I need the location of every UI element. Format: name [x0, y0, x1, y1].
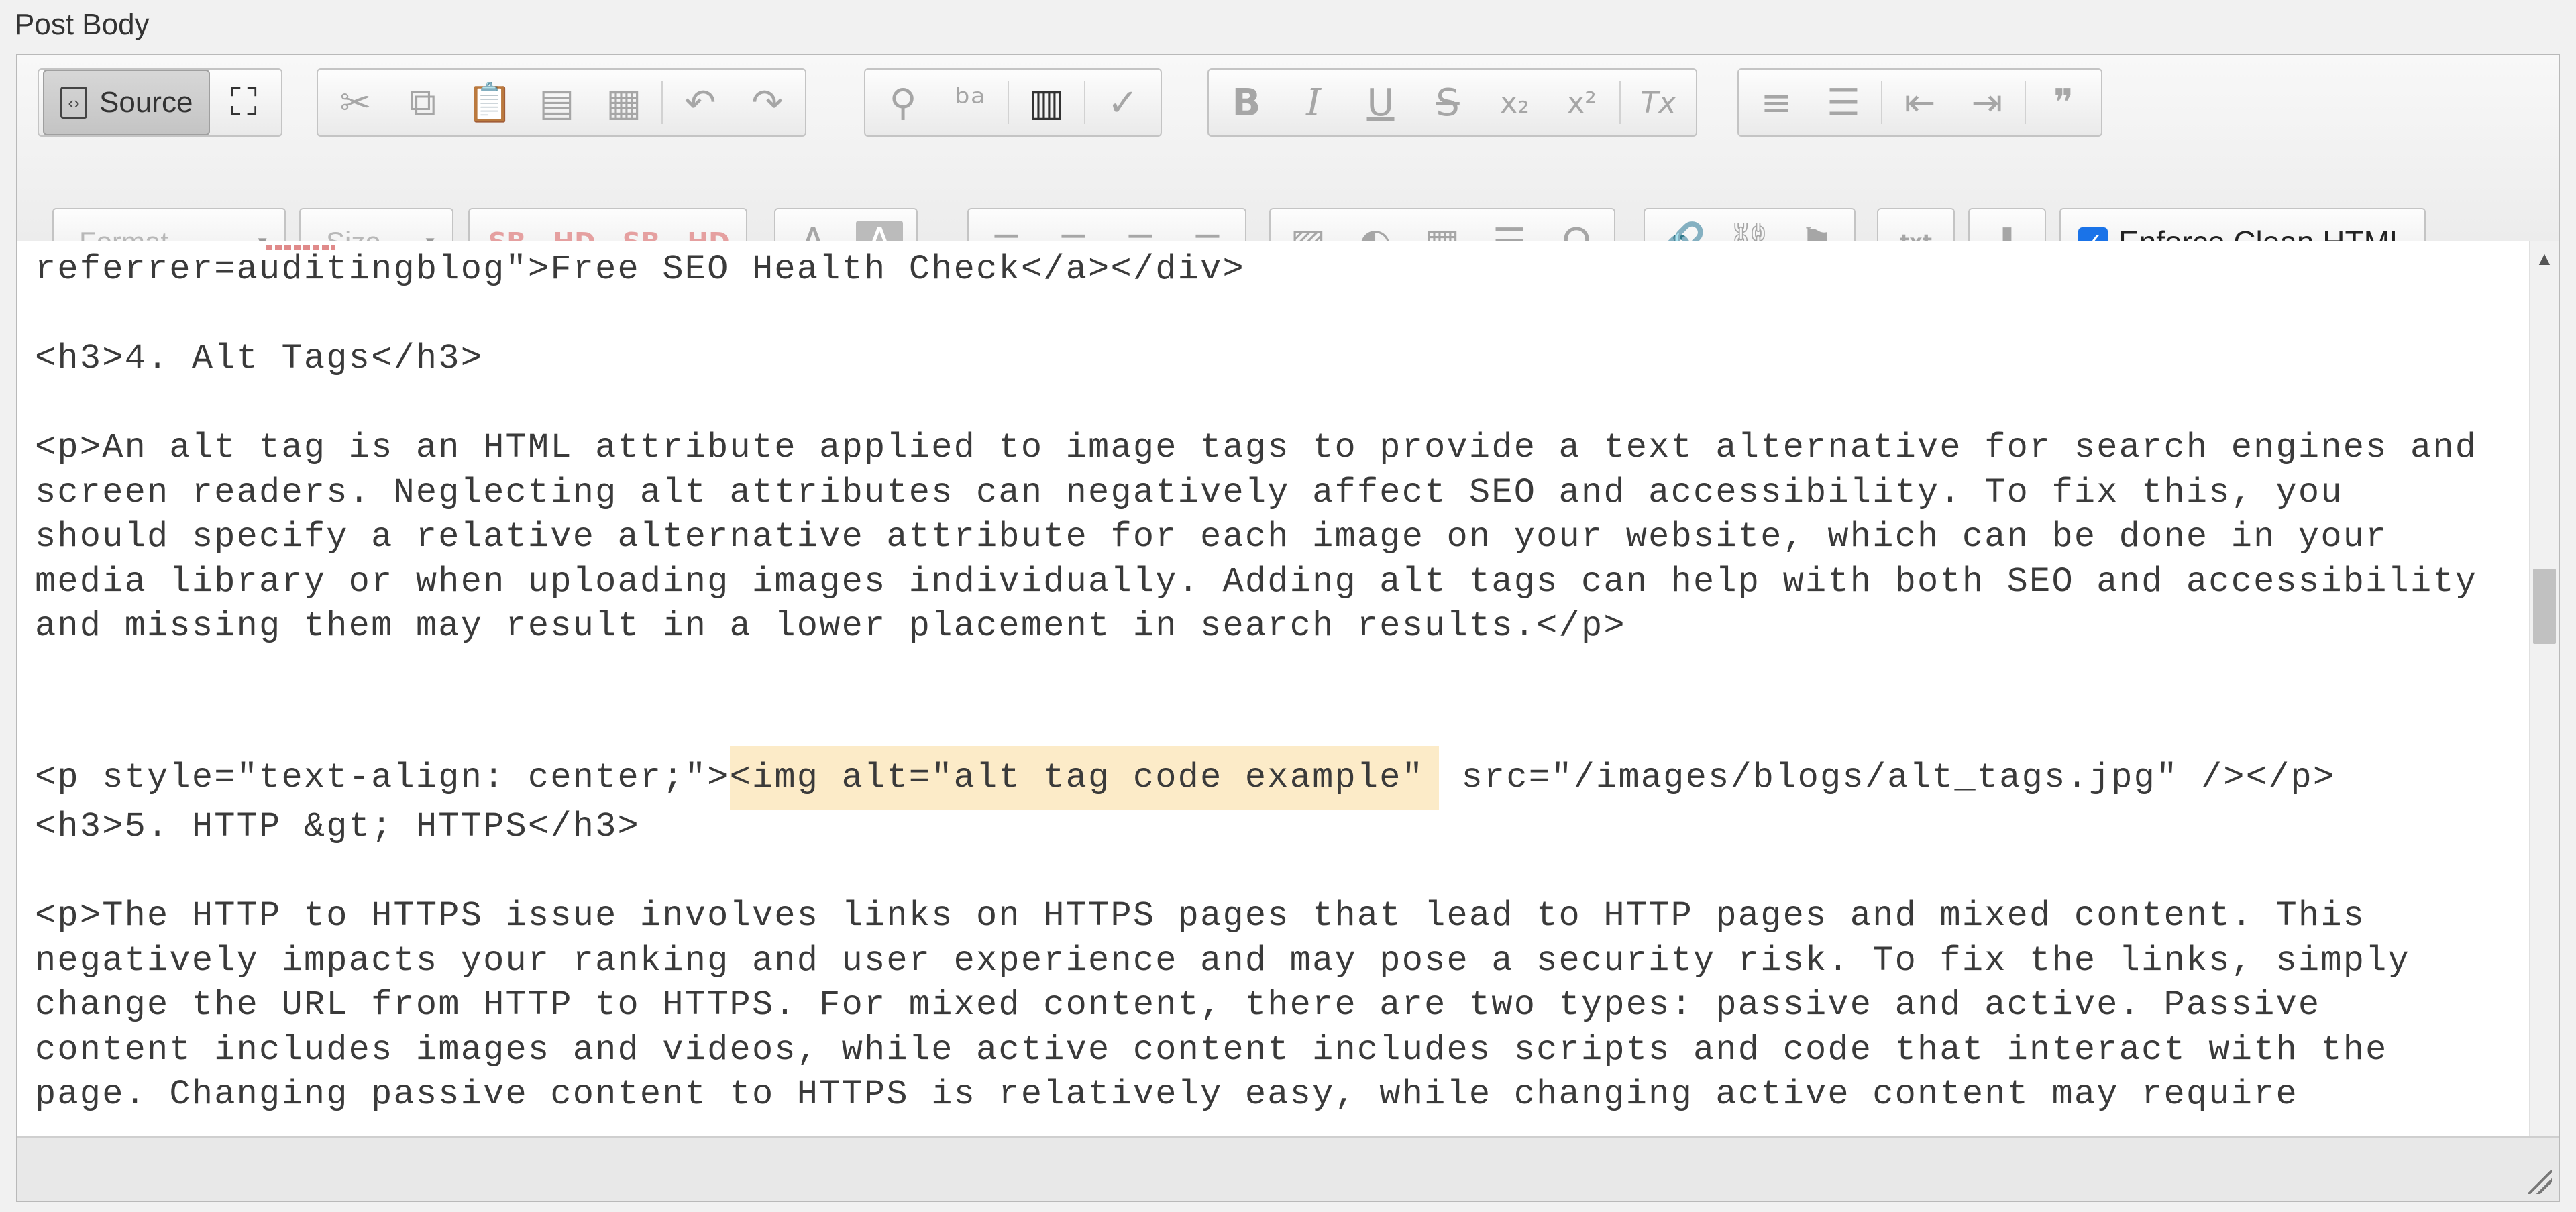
- basic-styles-group: B I U S x₂ x² Tx: [1208, 68, 1697, 137]
- scroll-thumb[interactable]: [2533, 569, 2556, 644]
- indent-icon[interactable]: ⇥: [1953, 74, 2021, 131]
- code-line: media library or when uploading images i…: [35, 561, 2478, 602]
- paste-text-icon[interactable]: ▤: [523, 74, 590, 131]
- outdent-icon[interactable]: ⇤: [1886, 74, 1953, 131]
- paragraph-group: ≡ ☰ ⇤ ⇥ ❞: [1737, 68, 2102, 137]
- numbered-list-icon[interactable]: ≡: [1743, 74, 1810, 131]
- source-label: Source: [99, 86, 193, 119]
- vertical-scrollbar[interactable]: ▲ ▼: [2529, 241, 2559, 1191]
- select-all-icon[interactable]: ▥: [1013, 74, 1080, 131]
- paste-icon[interactable]: 📋: [456, 74, 523, 131]
- editing-group: ⚲ ᵇᵃ ▥ ✓: [864, 68, 1162, 137]
- resize-grip-icon[interactable]: [2528, 1170, 2552, 1194]
- editor-toolbar: ‹› Source ⛶ ✂ ⧉ 📋 ▤ ▦ ↶ ↷ ⚲ ᵇᵃ ▥ ✓ B I U: [17, 55, 2559, 276]
- italic-icon[interactable]: I: [1280, 74, 1347, 131]
- source-icon: ‹›: [60, 87, 87, 119]
- code-line: referrer=auditingblog">Free SEO Health C…: [35, 250, 1245, 289]
- separator: [661, 81, 663, 124]
- strikethrough-icon[interactable]: S: [1414, 74, 1481, 131]
- cut-icon[interactable]: ✂: [322, 74, 389, 131]
- bulleted-list-icon[interactable]: ☰: [1810, 74, 1877, 131]
- code-line: content includes images and videos, whil…: [35, 1030, 2388, 1070]
- remove-format-icon[interactable]: Tx: [1625, 74, 1692, 131]
- code-line: <p>The HTTP to HTTPS issue involves link…: [35, 896, 2366, 936]
- undo-icon[interactable]: ↶: [667, 74, 734, 131]
- code-line: screen readers. Neglecting alt attribute…: [35, 472, 2343, 512]
- paste-word-icon[interactable]: ▦: [590, 74, 657, 131]
- code-line: page. Changing passive content to HTTPS …: [35, 1075, 2298, 1115]
- code-line: negatively impacts your ranking and user…: [35, 940, 2410, 981]
- separator: [2025, 81, 2026, 124]
- code-line: <p>An alt tag is an HTML attribute appli…: [35, 428, 2478, 467]
- editor-statusbar: [17, 1136, 2559, 1201]
- rich-text-editor: ‹› Source ⛶ ✂ ⧉ 📋 ▤ ▦ ↶ ↷ ⚲ ᵇᵃ ▥ ✓ B I U: [16, 54, 2560, 1202]
- separator: [1881, 81, 1882, 124]
- subscript-icon[interactable]: x₂: [1481, 74, 1548, 131]
- img-code-line: <p style="text-align: center;"><img alt=…: [35, 746, 2336, 810]
- highlighted-img-tag: <img alt="alt tag code example": [729, 746, 1440, 810]
- field-label: Post Body: [15, 8, 150, 41]
- separator: [1084, 81, 1085, 124]
- separator: [1619, 81, 1621, 124]
- code-line: <h3>5. HTTP &gt; HTTPS</h3>: [35, 807, 640, 847]
- bold-icon[interactable]: B: [1213, 74, 1280, 131]
- maximize-icon[interactable]: ⛶: [210, 74, 277, 131]
- source-button[interactable]: ‹› Source: [43, 70, 211, 135]
- blockquote-icon[interactable]: ❞: [2030, 74, 2097, 131]
- code-line: and missing them may result in a lower p…: [35, 606, 1626, 646]
- copy-icon[interactable]: ⧉: [389, 74, 456, 131]
- find-icon[interactable]: ⚲: [869, 74, 936, 131]
- redo-icon[interactable]: ↷: [734, 74, 801, 131]
- underline-icon[interactable]: U: [1347, 74, 1414, 131]
- code-line: <h3>4. Alt Tags</h3>: [35, 339, 484, 378]
- replace-icon[interactable]: ᵇᵃ: [936, 74, 1004, 131]
- clipboard-group: ✂ ⧉ 📋 ▤ ▦ ↶ ↷: [317, 68, 806, 137]
- img-line-after: src="/images/blogs/alt_tags.jpg" /></p>: [1439, 758, 2336, 797]
- scroll-up-icon[interactable]: ▲: [2530, 248, 2559, 270]
- code-line: change the URL from HTTP to HTTPS. For m…: [35, 985, 2321, 1026]
- img-line-before: <p style="text-align: center;">: [35, 758, 730, 797]
- superscript-icon[interactable]: x²: [1548, 74, 1615, 131]
- spellcheck-icon[interactable]: ✓: [1089, 74, 1157, 131]
- source-code-area[interactable]: referrer=auditingblog">Free SEO Health C…: [17, 241, 2533, 1191]
- separator: [1008, 81, 1009, 124]
- mode-group: ‹› Source ⛶: [38, 68, 283, 137]
- code-line: should specify a relative alternative at…: [35, 517, 2388, 557]
